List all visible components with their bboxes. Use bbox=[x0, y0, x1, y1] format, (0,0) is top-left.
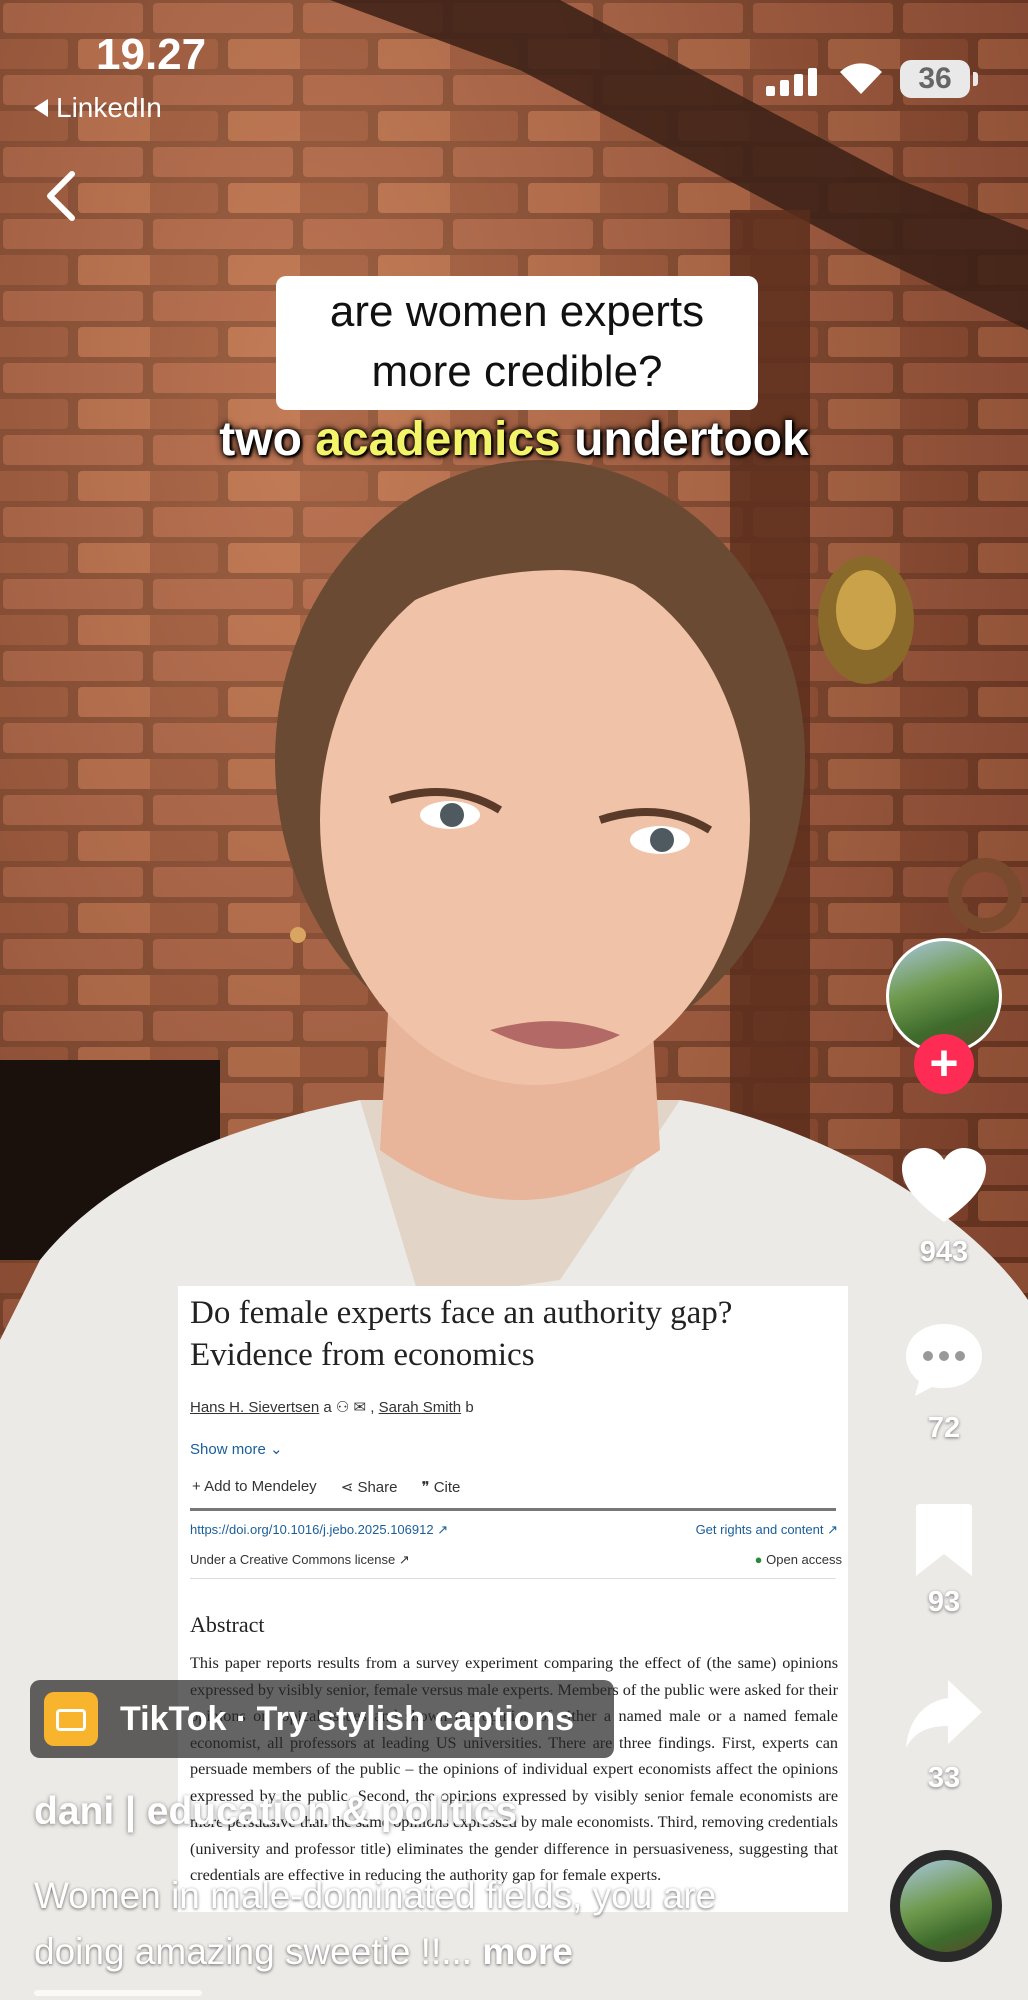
author-1: Hans H. Sievertsen bbox=[190, 1399, 320, 1416]
paper-divider bbox=[190, 1508, 836, 1511]
paper-tools: + Add to Mendeley ⋖ Share ❞ Cite bbox=[192, 1478, 460, 1496]
share-tool: ⋖ Share bbox=[340, 1479, 398, 1496]
subtitle-before: two bbox=[219, 413, 316, 466]
status-bar: 19.27 LinkedIn 36 bbox=[0, 0, 1028, 140]
paper-license: Under a Creative Commons license ↗ bbox=[190, 1552, 410, 1567]
back-to-app-link[interactable]: LinkedIn bbox=[34, 92, 162, 124]
caption-line-1: are women experts bbox=[329, 287, 705, 336]
video-progress-bar[interactable] bbox=[34, 1990, 202, 1996]
back-to-app-label: LinkedIn bbox=[56, 92, 162, 123]
comment-bubble-icon[interactable] bbox=[902, 1320, 986, 1400]
wifi-icon bbox=[840, 63, 882, 94]
add-to-mendeley: + Add to Mendeley bbox=[192, 1478, 317, 1495]
cite-tool: ❞ Cite bbox=[421, 1479, 461, 1496]
bookmark-icon[interactable] bbox=[914, 1502, 974, 1578]
caption-line-2: more credible? bbox=[371, 347, 663, 396]
cellular-signal-icon bbox=[766, 68, 817, 96]
post-description[interactable]: Women in male-dominated fields, you are … bbox=[34, 1868, 794, 1980]
paper-authors: Hans H. Sievertsen a ⚇ ✉ , Sarah Smith b bbox=[190, 1399, 474, 1416]
music-disc-icon[interactable] bbox=[890, 1850, 1002, 1962]
description-text: Women in male-dominated fields, you are … bbox=[34, 1875, 717, 1972]
back-chevron-icon[interactable] bbox=[40, 168, 80, 224]
paper-rights: Get rights and content ↗ bbox=[695, 1522, 838, 1537]
battery-indicator: 36 bbox=[900, 60, 978, 98]
creator-username[interactable]: dani | education & politics bbox=[34, 1790, 517, 1834]
status-time: 19.27 bbox=[96, 30, 207, 79]
paper-doi: https://doi.org/10.1016/j.jebo.2025.1069… bbox=[190, 1522, 449, 1537]
share-count: 33 bbox=[927, 1762, 961, 1794]
video-subtitle: two academics undertook bbox=[0, 412, 1028, 467]
subtitle-highlight: academics bbox=[315, 413, 561, 466]
share-arrow-icon[interactable] bbox=[904, 1678, 984, 1750]
paper-title: Do female experts face an authority gap?… bbox=[190, 1295, 733, 1373]
author-2: Sarah Smith bbox=[378, 1399, 462, 1416]
paper-open-access: ● Open access bbox=[754, 1552, 842, 1567]
save-count: 93 bbox=[927, 1586, 961, 1618]
promo-text: TikTok · Try stylish captions bbox=[120, 1699, 575, 1738]
back-to-app-icon bbox=[34, 99, 48, 117]
video-caption-box: are women experts more credible? bbox=[276, 276, 758, 410]
paper-show-more: Show more ⌄ bbox=[190, 1441, 283, 1458]
comment-count: 72 bbox=[927, 1412, 961, 1444]
captions-icon bbox=[44, 1692, 98, 1746]
like-heart-icon[interactable] bbox=[900, 1146, 988, 1226]
follow-button[interactable]: + bbox=[914, 1034, 974, 1094]
abstract-heading: Abstract bbox=[190, 1612, 265, 1637]
more-link[interactable]: more bbox=[482, 1931, 572, 1972]
captions-promo-banner[interactable]: TikTok · Try stylish captions bbox=[30, 1680, 614, 1758]
paper-divider-2 bbox=[190, 1578, 836, 1579]
like-count: 943 bbox=[919, 1236, 969, 1268]
subtitle-after: undertook bbox=[560, 413, 809, 466]
